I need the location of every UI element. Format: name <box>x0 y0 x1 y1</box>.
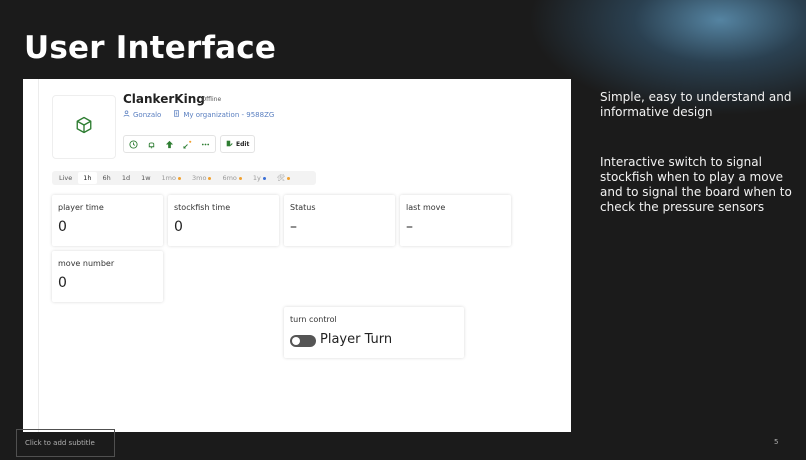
widget-label: Status <box>290 203 316 212</box>
bell-icon[interactable] <box>146 139 157 150</box>
widget-label: last move <box>406 203 446 212</box>
toggle-label: Player Turn <box>320 332 393 347</box>
premium-dot <box>177 176 181 180</box>
bullet-text-2: Interactive switch to signal stockfish w… <box>600 155 792 214</box>
action-icon-group <box>123 135 216 153</box>
edit-icon <box>226 140 233 149</box>
widget-turn-control: turn control Player Turn <box>284 307 464 358</box>
clock-icon[interactable] <box>128 139 139 150</box>
cube-icon <box>75 116 93 138</box>
blue-dot <box>262 176 266 180</box>
tab-6h-label: 6h <box>102 174 111 182</box>
screenshot-divider <box>38 79 39 432</box>
add-widget-icon[interactable] <box>182 139 193 150</box>
tab-1mo-label: 1mo <box>161 174 176 182</box>
premium-dot <box>208 176 212 180</box>
widget-last-move: last move – <box>400 195 511 246</box>
widget-value: 0 <box>174 219 183 235</box>
organization-link[interactable]: My organization - 9588ZG <box>183 111 274 119</box>
building-icon <box>173 110 180 119</box>
tab-custom[interactable]: 🛠 <box>272 172 295 184</box>
tab-1h[interactable]: 1h <box>78 172 97 184</box>
widget-value: – <box>406 219 413 235</box>
premium-dot <box>287 176 291 180</box>
tab-1d-label: 1d <box>121 174 131 182</box>
tab-6mo[interactable]: 6mo <box>217 172 246 184</box>
time-range-selector: Live 1h 6h 1d 1w 1mo 3mo 6mo 1y 🛠 <box>52 171 316 185</box>
premium-dot <box>238 176 242 180</box>
tab-1w-label: 1w <box>141 174 151 182</box>
owner-link[interactable]: Gonzalo <box>133 111 161 119</box>
tab-3mo-label: 3mo <box>191 174 207 182</box>
tab-live[interactable]: Live <box>54 172 77 184</box>
device-meta: Gonzalo My organization - 9588ZG <box>123 110 274 119</box>
subtitle-placeholder[interactable]: Click to add subtitle <box>16 429 115 457</box>
page-number: 5 <box>774 438 779 446</box>
tab-6mo-label: 6mo <box>222 174 237 182</box>
widget-label: stockfish time <box>174 203 231 212</box>
slide-title: User Interface <box>24 30 277 66</box>
widget-value: – <box>290 219 297 235</box>
widget-stockfish-time: stockfish time 0 <box>168 195 279 246</box>
widget-player-time: player time 0 <box>52 195 163 246</box>
slide: User Interface ClankerKing • Offline Gon… <box>0 0 806 460</box>
widget-value: 0 <box>58 275 67 291</box>
bullet-text-1: Simple, easy to understand and informati… <box>600 90 792 119</box>
device-actions: Edit <box>123 135 256 153</box>
tab-3mo[interactable]: 3mo <box>187 172 216 184</box>
tab-1y-label: 1y <box>252 174 261 182</box>
toggle-knob <box>292 337 300 345</box>
tab-1w[interactable]: 1w <box>136 172 155 184</box>
status-text: Offline <box>201 96 222 103</box>
tab-1y[interactable]: 1y <box>248 172 271 184</box>
widget-status: Status – <box>284 195 395 246</box>
widget-value: 0 <box>58 219 67 235</box>
widget-label: turn control <box>290 315 337 324</box>
share-icon[interactable] <box>164 139 175 150</box>
device-status: • Offline <box>196 96 221 103</box>
widget-label: player time <box>58 203 104 212</box>
tab-live-label: Live <box>59 174 73 182</box>
more-icon[interactable] <box>200 139 211 150</box>
widget-label: move number <box>58 259 115 268</box>
dashboard-screenshot: ClankerKing • Offline Gonzalo My organiz… <box>23 79 571 432</box>
edit-button[interactable]: Edit <box>220 135 256 153</box>
widget-move-number: move number 0 <box>52 251 163 302</box>
tab-1h-label: 1h <box>83 174 92 182</box>
tab-6h[interactable]: 6h <box>98 172 116 184</box>
device-name: ClankerKing <box>123 92 205 106</box>
edit-label: Edit <box>236 140 250 148</box>
player-turn-toggle[interactable] <box>290 335 316 347</box>
user-icon <box>123 110 130 119</box>
device-avatar <box>52 95 116 159</box>
tab-1d[interactable]: 1d <box>117 172 135 184</box>
tab-custom-label: 🛠 <box>276 174 286 182</box>
tab-1mo[interactable]: 1mo <box>157 172 186 184</box>
